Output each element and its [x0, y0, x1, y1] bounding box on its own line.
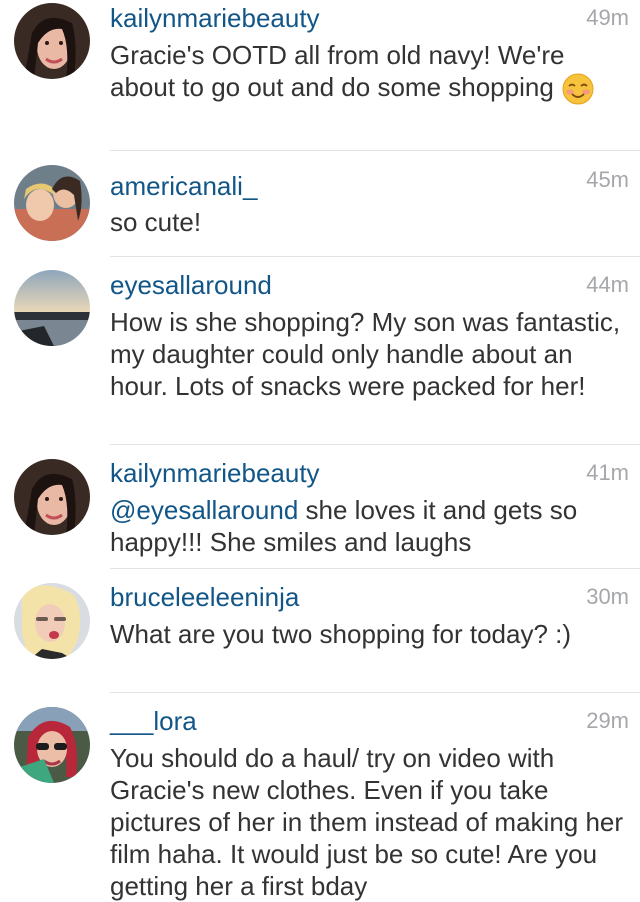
comment-timestamp: 29m: [586, 708, 629, 733]
comment-text: How is she shopping? My son was fantasti…: [110, 307, 621, 401]
comment-text: Gracie's OOTD all from old navy! We're a…: [110, 39, 630, 106]
comment-text: so cute!: [110, 207, 202, 237]
comment-text-body: Gracie's OOTD all from old navy! We're a…: [110, 40, 565, 102]
comment-timestamp: 41m: [586, 460, 629, 485]
comment-timestamp: 45m: [586, 167, 629, 192]
mention-link[interactable]: @eyesallaround: [110, 495, 298, 525]
comment-username[interactable]: americanali_: [110, 171, 257, 201]
comment-username[interactable]: ___lora: [110, 706, 197, 736]
comment-divider: [110, 256, 640, 257]
comment-username[interactable]: kailynmariebeauty: [110, 458, 320, 488]
avatar[interactable]: [14, 3, 90, 79]
comment-text: You should do a haul/ try on video with …: [110, 743, 624, 901]
comment-username[interactable]: bruceleeleeninja: [110, 582, 299, 612]
comment-timestamp: 44m: [586, 272, 629, 297]
comment-divider: [110, 568, 640, 569]
avatar[interactable]: [14, 707, 90, 783]
avatar[interactable]: [14, 270, 90, 346]
comment-username[interactable]: kailynmariebeauty: [110, 3, 320, 33]
comment-timestamp: 49m: [586, 5, 629, 30]
avatar[interactable]: [14, 583, 90, 659]
comment-divider: [110, 444, 640, 445]
comment-text: What are you two shopping for today? :): [110, 619, 572, 649]
comment-username[interactable]: eyesallaround: [110, 270, 272, 300]
comment-text: @eyesallaround she loves it and gets so …: [110, 494, 630, 558]
comment-divider: [110, 692, 640, 693]
smiling-blush-emoji-icon: [561, 72, 595, 106]
comment-timestamp: 30m: [586, 584, 629, 609]
avatar[interactable]: [14, 165, 90, 241]
comment-divider: [110, 150, 640, 151]
avatar[interactable]: [14, 459, 90, 535]
